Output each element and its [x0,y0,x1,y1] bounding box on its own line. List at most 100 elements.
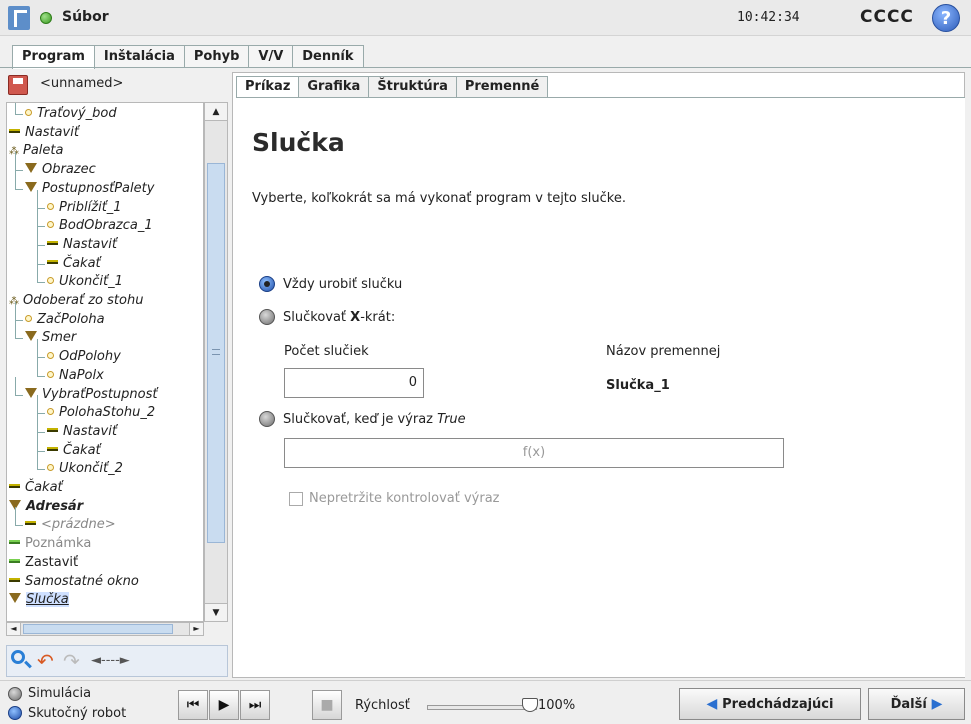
sub-tabs: Príkaz Grafika Štruktúra Premenné [236,76,549,98]
radio-loop-expression-label[interactable]: Slučkovať, keď je výraz True [283,412,466,427]
speed-slider[interactable] [427,705,537,710]
tree-item[interactable]: BodObrazca_1 [47,217,153,235]
waypoint-icon [47,464,54,472]
tab-installation[interactable]: Inštalácia [93,45,185,68]
horizontal-scroll-thumb[interactable] [23,624,173,634]
tree-horizontal-scrollbar[interactable]: ◄ ► [6,622,204,636]
help-icon[interactable]: ? [932,4,960,32]
tree-connector [37,189,38,208]
undo-icon[interactable]: ↶ [37,650,59,672]
scroll-down-icon[interactable]: ▼ [205,603,227,621]
simulation-radio[interactable] [8,687,22,701]
tree-item[interactable]: Obrazec [25,161,96,179]
tree-item[interactable]: Nastaviť [47,423,117,441]
scroll-up-icon[interactable]: ▲ [205,103,227,121]
folder-triangle-icon [25,387,37,398]
tree-connector [37,208,38,227]
tree-item-label: BodObrazca_1 [59,218,153,234]
page-title: Slučka [252,128,345,157]
tab-variables[interactable]: Premenné [455,76,549,98]
tab-log[interactable]: Denník [292,45,364,68]
tab-move[interactable]: Pohyb [183,45,250,68]
tree-item[interactable]: VybraťPostupnosť [25,386,157,404]
tree-item[interactable]: Slučka [9,591,69,609]
rewind-icon[interactable]: ⏮ [178,690,208,720]
tab-graphics[interactable]: Grafika [298,76,370,98]
tree-item[interactable]: Nastaviť [9,124,79,142]
tree-item-label: Nastaviť [63,423,117,439]
file-menu[interactable]: Súbor [62,9,109,25]
tab-io[interactable]: V/V [248,45,294,68]
radio-loop-expression[interactable] [259,411,275,427]
tree-connector [37,375,45,377]
tree-item[interactable]: Samostatné okno [9,573,139,591]
program-tree[interactable]: Traťový_bod Nastaviť ⁂ Paleta Obrazec Postupn… [6,102,204,622]
tree-vertical-scrollbar[interactable]: ▲ ▼ [204,102,228,622]
tree-item[interactable]: ⁂ Paleta [9,142,63,160]
real-robot-label[interactable]: Skutočný robot [28,706,126,721]
tree-item[interactable]: ZačPoloha [25,311,105,329]
tree-connector [37,395,38,414]
loop-count-input[interactable]: 0 [284,368,424,398]
tree-item-label: Obrazec [42,162,96,178]
tab-divider [0,67,971,68]
action-icon [25,521,36,526]
tree-item[interactable]: Traťový_bod [25,105,117,123]
move-node-icon[interactable]: ◄----► [91,650,201,672]
tree-connector [15,170,16,189]
tree-item[interactable]: Ukončiť_1 [47,273,123,291]
tree-item[interactable]: Poznámka [9,535,91,553]
radio-always-loop[interactable] [259,276,275,292]
tree-connector [37,226,38,245]
simulation-label[interactable]: Simulácia [28,686,91,701]
tree-item[interactable]: Nastaviť [47,236,117,254]
tree-item[interactable]: Zastaviť [9,554,78,572]
tree-item[interactable]: Priblížiť_1 [47,199,122,217]
tree-item[interactable]: <prázdne> [25,516,116,534]
action-icon [47,427,58,432]
loop-times-suffix: -krát: [360,310,396,325]
speed-value: 100% [538,698,576,713]
tree-item[interactable]: Čakať [47,255,101,273]
tree-item[interactable]: Smer [25,329,76,347]
tab-command[interactable]: Príkaz [236,76,300,98]
tree-item[interactable]: Ukončiť_2 [47,460,123,478]
continuous-check-checkbox[interactable] [289,492,303,506]
radio-always-loop-label[interactable]: Vždy urobiť slučku [283,277,402,292]
loop-command-panel: Slučka Vyberte, koľkokrát sa má vykonať … [236,97,965,677]
scroll-right-icon[interactable]: ► [189,623,203,635]
tree-item[interactable]: ⁂ Odoberať zo stohu [9,292,143,310]
next-button[interactable]: Ďalší ▶ [868,688,965,720]
tree-connector [15,507,16,526]
expression-input[interactable]: f(x) [284,438,784,468]
tab-structure[interactable]: Štruktúra [368,76,457,98]
tree-item[interactable]: Čakať [9,479,63,497]
tree-item[interactable]: PostupnosťPalety [25,180,154,198]
tree-item[interactable]: Čakať [47,442,101,460]
tree-item-label: PolohaStohu_2 [59,405,156,421]
radio-loop-times[interactable] [259,309,275,325]
step-icon[interactable]: ⏭ [240,690,270,720]
tree-item-label: Paleta [23,143,64,159]
scroll-thumb[interactable] [207,163,225,543]
tree-connector [37,245,38,264]
redo-icon[interactable]: ↷ [63,650,85,672]
real-robot-radio[interactable] [8,706,22,720]
tree-connector [15,114,23,115]
scroll-left-icon[interactable]: ◄ [7,623,21,635]
play-icon[interactable]: ▶ [209,690,239,720]
tree-item[interactable]: PolohaStohu_2 [47,404,155,422]
radio-loop-times-label[interactable]: Slučkovať X-krát: [283,310,395,325]
save-icon[interactable] [8,75,28,95]
tab-program[interactable]: Program [12,45,95,69]
stop-icon[interactable]: ■ [312,690,342,720]
tree-item[interactable]: NaPolx [47,367,104,385]
tree-item[interactable]: Adresár [9,498,83,516]
tree-item[interactable]: OdPolohy [47,348,121,366]
previous-button[interactable]: ◀ Predchádzajúci [679,688,861,720]
folder-triangle-icon [25,163,37,174]
search-icon[interactable] [11,650,25,664]
folder-triangle-icon [9,593,21,604]
tree-connector [15,376,16,395]
arrow-right-icon: ▶ [926,696,943,712]
